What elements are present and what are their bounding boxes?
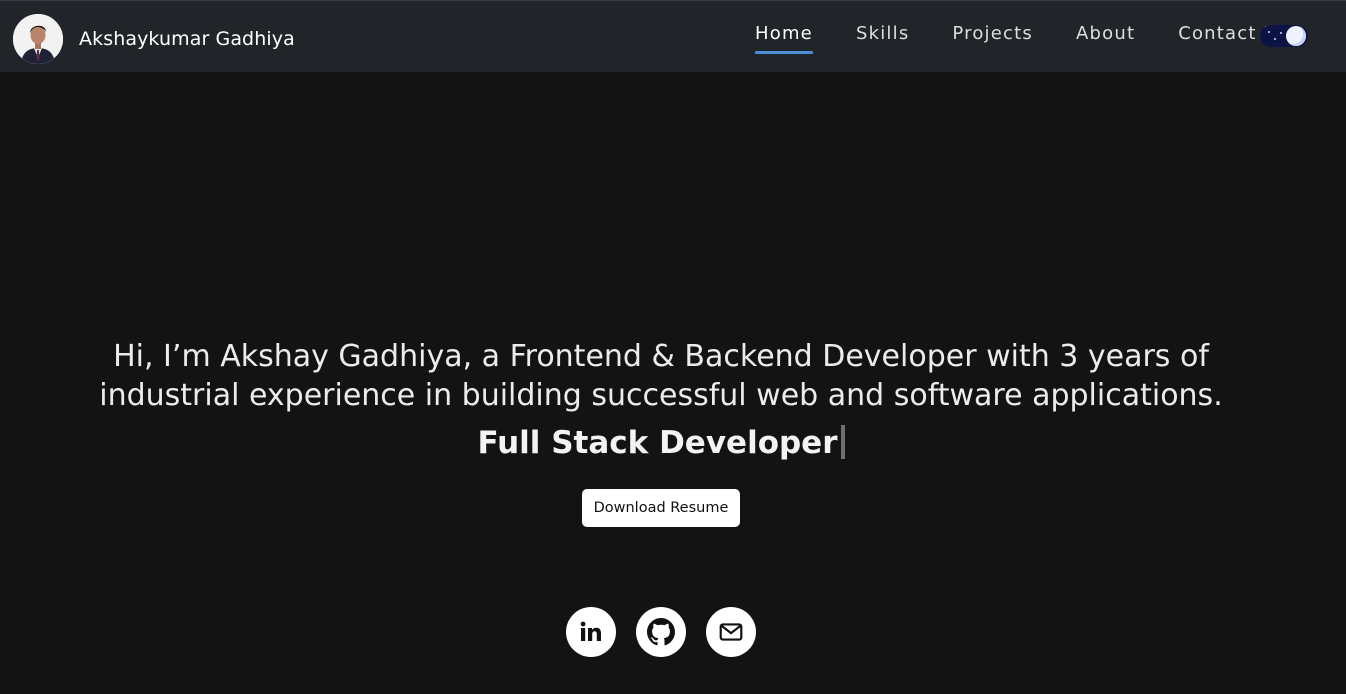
nav-menu: Home Skills Projects About Contact Me [750,1,1331,71]
theme-toggle[interactable] [1260,25,1308,47]
nav-link-skills[interactable]: Skills [851,23,914,44]
brand-name: Akshaykumar Gadhiya [79,28,295,50]
social-links [566,607,756,657]
star-icon [1280,32,1282,34]
navbar: Akshaykumar Gadhiya Home Skills Projects… [0,0,1346,72]
hero-role: Full Stack Developer [0,425,1322,461]
linkedin-icon [580,621,601,641]
star-icon [1268,31,1270,33]
nav-link-home[interactable]: Home [750,23,818,54]
nav-link-about[interactable]: About [1071,23,1140,44]
typing-cursor [840,425,845,459]
github-link[interactable] [636,607,686,657]
hero-intro: Hi, I’m Akshay Gadhiya, a Frontend & Bac… [99,339,1223,413]
role-text: Full Stack Developer [477,425,838,461]
moon-icon [1286,26,1306,46]
star-icon [1274,38,1276,40]
nav-link-projects[interactable]: Projects [947,23,1038,44]
avatar [13,14,63,64]
github-icon [647,618,675,646]
email-link[interactable] [706,607,756,657]
hero-section: Hi, I’m Akshay Gadhiya, a Frontend & Bac… [0,72,1346,694]
brand-link[interactable]: Akshaykumar Gadhiya [13,14,295,64]
email-icon [719,623,743,641]
linkedin-link[interactable] [566,607,616,657]
download-resume-button[interactable]: Download Resume [582,489,740,527]
